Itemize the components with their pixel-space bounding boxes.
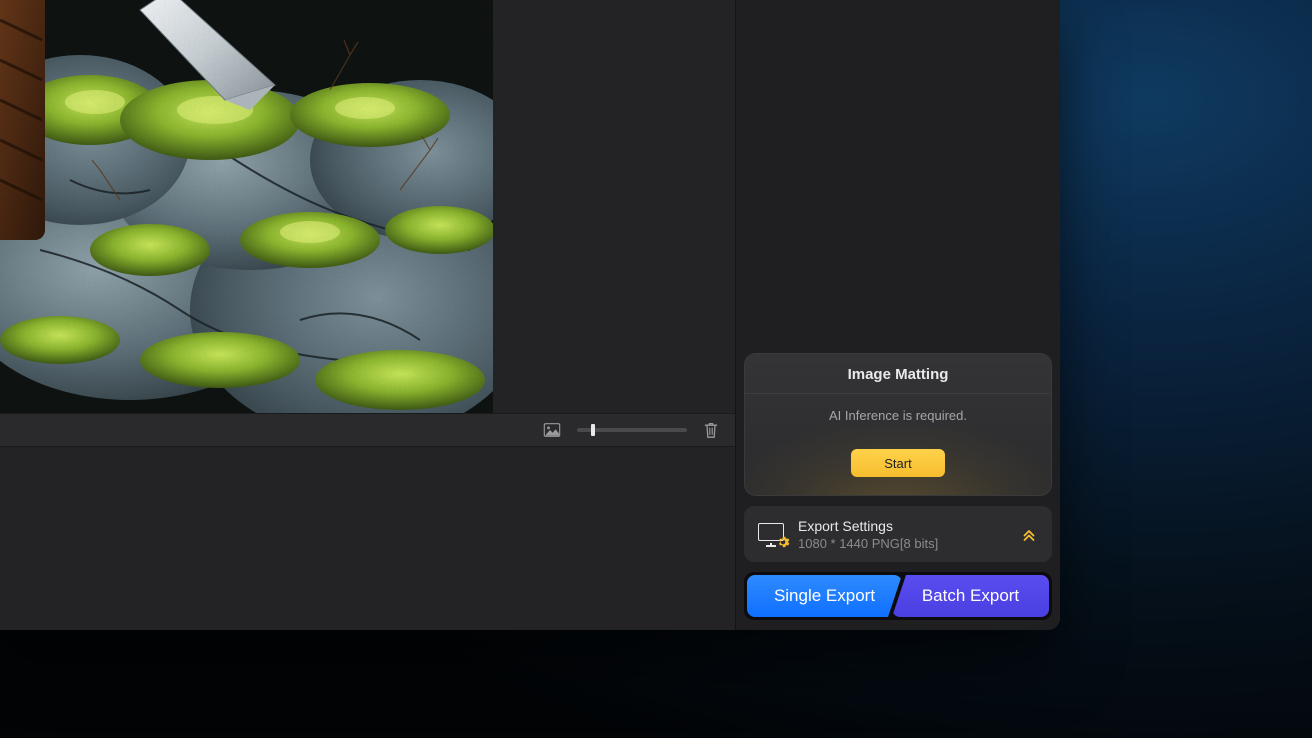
thumbnail-icon[interactable] [543, 423, 561, 437]
image-matting-message: AI Inference is required. [745, 394, 1051, 449]
zoom-slider-knob[interactable] [591, 424, 595, 436]
batch-export-button[interactable]: Batch Export [892, 575, 1049, 617]
export-settings-summary: 1080 * 1440 PNG[8 bits] [798, 536, 1008, 551]
single-export-button[interactable]: Single Export [747, 575, 902, 617]
side-panel: Image Matting AI Inference is required. … [735, 0, 1060, 630]
export-settings-title: Export Settings [798, 518, 1008, 534]
image-preview[interactable] [0, 0, 493, 413]
image-matting-card: Image Matting AI Inference is required. … [744, 353, 1052, 496]
app-window: Image Matting AI Inference is required. … [0, 0, 1060, 630]
chevrons-up-icon [1020, 525, 1038, 543]
preview-svg [0, 0, 493, 413]
start-button[interactable]: Start [851, 449, 945, 477]
preview-toolbar [0, 413, 735, 447]
export-settings-row[interactable]: Export Settings 1080 * 1440 PNG[8 bits] [744, 506, 1052, 562]
gear-icon [776, 535, 790, 549]
canvas-area [0, 0, 735, 630]
export-buttons: Single Export Batch Export [744, 572, 1052, 620]
side-panel-spacer [736, 0, 1060, 353]
zoom-slider[interactable] [577, 428, 687, 432]
trash-icon[interactable] [703, 421, 719, 439]
export-settings-text: Export Settings 1080 * 1440 PNG[8 bits] [798, 518, 1008, 551]
image-matting-title: Image Matting [745, 354, 1051, 394]
monitor-gear-icon [758, 523, 786, 545]
